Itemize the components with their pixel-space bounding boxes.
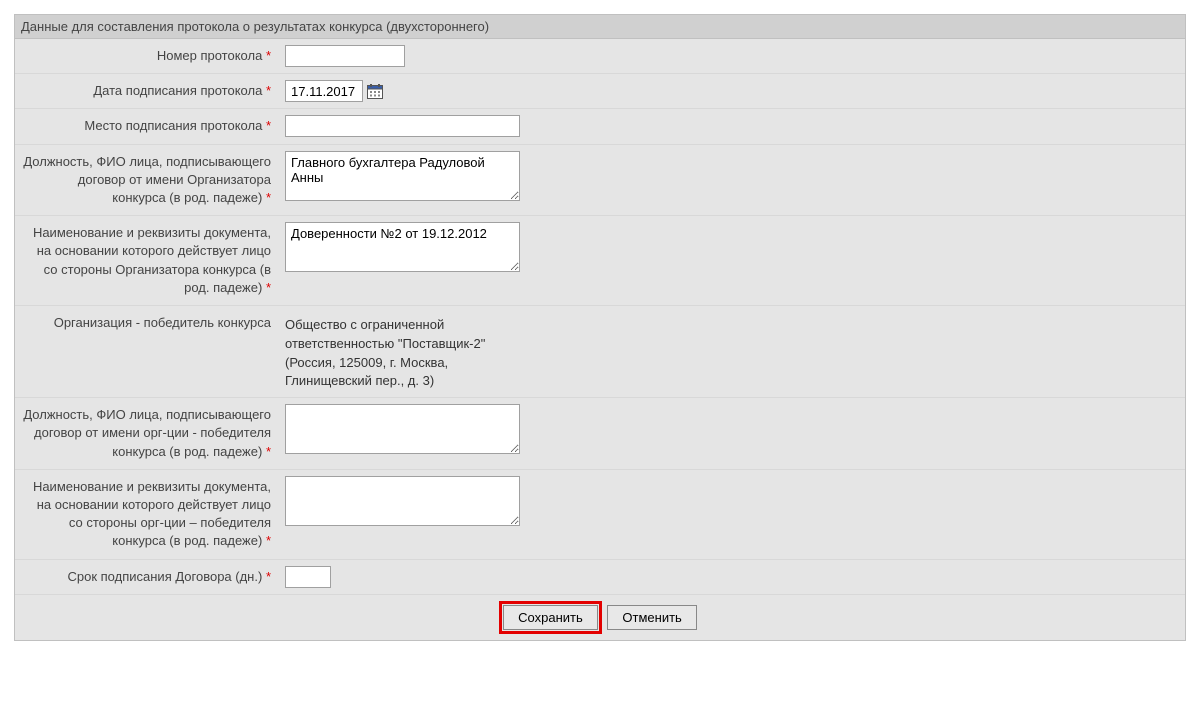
date-wrapper	[285, 80, 383, 102]
label-winner-org: Организация - победитель конкурса	[15, 306, 277, 397]
required-mark: *	[266, 280, 271, 295]
organizer-signer-textarea[interactable]: Главного бухгалтера Радуловой Анны	[285, 151, 520, 201]
signing-place-input[interactable]	[285, 115, 520, 137]
organizer-doc-textarea[interactable]: Доверенности №2 от 19.12.2012	[285, 222, 520, 272]
save-button[interactable]: Сохранить	[503, 605, 598, 630]
calendar-icon[interactable]	[367, 84, 383, 99]
required-mark: *	[266, 569, 271, 584]
required-mark: *	[266, 533, 271, 548]
label-signing-place: Место подписания протокола *	[15, 109, 277, 143]
label-winner-signer: Должность, ФИО лица, подписывающего дого…	[15, 398, 277, 469]
required-mark: *	[266, 190, 271, 205]
row-organizer-signer: Должность, ФИО лица, подписывающего дого…	[15, 145, 1185, 217]
row-organizer-doc: Наименование и реквизиты документа, на о…	[15, 216, 1185, 306]
signing-date-input[interactable]	[285, 80, 363, 102]
winner-org-text: Общество с ограниченной ответственностью…	[285, 312, 520, 391]
label-signing-term: Срок подписания Договора (дн.) *	[15, 560, 277, 594]
label-signing-date: Дата подписания протокола *	[15, 74, 277, 108]
row-signing-place: Место подписания протокола *	[15, 109, 1185, 144]
winner-signer-textarea[interactable]	[285, 404, 520, 454]
row-protocol-number: Номер протокола *	[15, 39, 1185, 74]
required-mark: *	[266, 444, 271, 459]
required-mark: *	[266, 83, 271, 98]
required-mark: *	[266, 48, 271, 63]
button-bar: Сохранить Отменить	[15, 595, 1185, 640]
row-signing-date: Дата подписания протокола *	[15, 74, 1185, 109]
row-winner-signer: Должность, ФИО лица, подписывающего дого…	[15, 398, 1185, 470]
row-winner-doc: Наименование и реквизиты документа, на о…	[15, 470, 1185, 560]
protocol-form: Данные для составления протокола о резул…	[14, 14, 1186, 641]
protocol-number-input[interactable]	[285, 45, 405, 67]
row-signing-term: Срок подписания Договора (дн.) *	[15, 560, 1185, 595]
winner-doc-textarea[interactable]	[285, 476, 520, 526]
label-protocol-number: Номер протокола *	[15, 39, 277, 73]
form-header: Данные для составления протокола о резул…	[15, 15, 1185, 39]
row-winner-org: Организация - победитель конкурса Общест…	[15, 306, 1185, 398]
form-title: Данные для составления протокола о резул…	[21, 19, 489, 34]
label-organizer-doc: Наименование и реквизиты документа, на о…	[15, 216, 277, 305]
label-organizer-signer: Должность, ФИО лица, подписывающего дого…	[15, 145, 277, 216]
required-mark: *	[266, 118, 271, 133]
signing-term-input[interactable]	[285, 566, 331, 588]
cancel-button[interactable]: Отменить	[607, 605, 696, 630]
label-winner-doc: Наименование и реквизиты документа, на о…	[15, 470, 277, 559]
